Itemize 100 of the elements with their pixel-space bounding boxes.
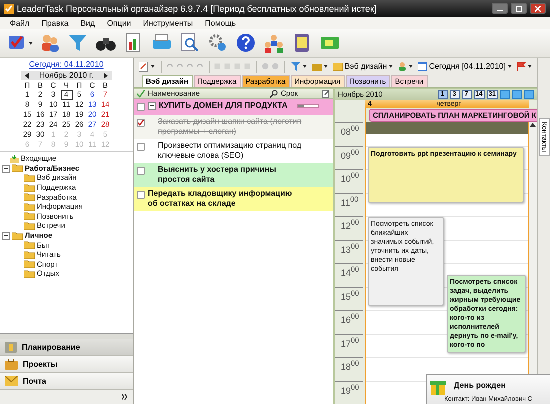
- checkbox[interactable]: [137, 119, 145, 127]
- nav-button[interactable]: Планирование: [0, 339, 133, 356]
- new-task-button[interactable]: [138, 62, 156, 72]
- task-group-row[interactable]: КУПИТЬ ДОМЕН ДЛЯ ПРОДУКТА: [134, 99, 333, 115]
- team-button[interactable]: [263, 32, 285, 54]
- checkbox[interactable]: [137, 167, 145, 175]
- settings-button[interactable]: [207, 32, 229, 54]
- envelope-icon: [5, 376, 18, 386]
- hour-label: 09$^{00}$: [335, 146, 363, 169]
- folder-icon: [332, 62, 343, 70]
- caret-icon: [29, 42, 33, 44]
- hour-label: 18$^{00}$: [335, 357, 363, 380]
- caret-icon: [528, 65, 532, 68]
- filter-icon: [67, 32, 89, 54]
- folder-icon: [24, 270, 35, 278]
- menu-item[interactable]: Правка: [42, 18, 69, 28]
- menu-item[interactable]: Инструменты: [143, 18, 194, 28]
- folder-icon: [24, 184, 35, 192]
- task-title: Передать кладовщику информацию об остатках на складе: [148, 189, 294, 209]
- hour-label: 10$^{00}$: [335, 169, 363, 192]
- chevron-icon[interactable]: [122, 394, 127, 400]
- planner-icon: [5, 342, 17, 352]
- reminder-title: День рожден: [454, 381, 507, 390]
- preview-button[interactable]: [179, 32, 201, 54]
- folder-icon: [24, 250, 35, 259]
- nav-button[interactable]: Проекты: [0, 356, 133, 373]
- briefcase-icon: [5, 358, 18, 370]
- caret-icon: [151, 65, 155, 68]
- person-dropdown[interactable]: [397, 62, 414, 71]
- task-title: Произвести оптимизацию страниц под ключевые слова (SEO): [158, 141, 303, 161]
- date-dropdown[interactable]: Сегодня [04.11.2010]: [417, 62, 513, 71]
- hour-label: 14$^{00}$: [335, 263, 363, 286]
- minimize-button[interactable]: [492, 3, 508, 14]
- contacts-button[interactable]: [39, 32, 61, 54]
- month-label: Ноябрь 2010 г.: [39, 71, 94, 80]
- menu-item[interactable]: Файл: [10, 18, 30, 28]
- menu-item[interactable]: Помощь: [205, 18, 236, 28]
- hour-label: 08$^{00}$: [335, 122, 363, 146]
- checkbox[interactable]: [137, 103, 145, 111]
- maximize-icon: [516, 6, 522, 12]
- task-title: КУПИТЬ ДОМЕН ДЛЯ ПРОДУКТА: [159, 101, 288, 111]
- app-logo-icon: [4, 4, 14, 14]
- folder-icon: [24, 260, 35, 268]
- briefcase-icon: [312, 62, 322, 70]
- hour-label: 17$^{00}$: [335, 334, 363, 357]
- folder-icon: [12, 164, 23, 172]
- folder-icon: [24, 202, 35, 211]
- check-icon: [137, 90, 145, 98]
- next-month-button[interactable]: [104, 72, 108, 78]
- note-icon: [139, 62, 149, 72]
- group-icon: [263, 32, 285, 54]
- menu-item[interactable]: Опции: [107, 18, 132, 28]
- caret-icon: [508, 65, 512, 68]
- collapse-icon[interactable]: [2, 232, 10, 240]
- project-dropdown[interactable]: [310, 62, 329, 70]
- checkbox[interactable]: [137, 143, 145, 151]
- menu-item[interactable]: Вид: [80, 18, 96, 28]
- nav-button[interactable]: Почта: [0, 373, 133, 390]
- flag-icon: [516, 62, 526, 71]
- edit-icon[interactable]: [322, 90, 330, 98]
- hour-label: 19$^{00}$: [335, 380, 363, 404]
- caret-icon: [302, 65, 307, 68]
- settings-icon: [207, 32, 229, 54]
- folder-icon: [24, 174, 35, 182]
- category-dropdown[interactable]: Вэб дизайн: [332, 62, 394, 71]
- checkbox[interactable]: [137, 191, 145, 199]
- hour-label: 13$^{00}$: [335, 240, 363, 263]
- inbox-icon: [10, 154, 19, 163]
- folder-icon: [24, 241, 35, 250]
- caret-icon: [324, 65, 328, 68]
- hour-label: 12$^{00}$: [335, 216, 363, 240]
- maximize-button[interactable]: [511, 3, 527, 14]
- previous-month-button[interactable]: [25, 72, 30, 78]
- close-button[interactable]: [530, 3, 546, 14]
- collapse-icon[interactable]: [2, 164, 10, 173]
- filter-icon: [290, 62, 301, 71]
- folder-icon: [12, 232, 23, 240]
- filter-dropdown[interactable]: [290, 62, 308, 71]
- help-icon: [235, 32, 257, 54]
- flag-dropdown[interactable]: [516, 62, 533, 71]
- caret-icon: [409, 65, 414, 68]
- task-title: Выяснить у хостера причины простоя сайта: [158, 165, 278, 185]
- close-icon: [535, 6, 541, 12]
- collapse-icon[interactable]: [148, 102, 156, 110]
- task-row[interactable]: Выяснить у хостера причины простоя сайта: [134, 163, 333, 187]
- task-row[interactable]: Передать кладовщику информацию об остатках на складе: [134, 187, 333, 211]
- magnifier-page-icon: [179, 32, 201, 54]
- hour-label: 16$^{00}$: [335, 310, 363, 334]
- caret-icon: [389, 65, 394, 68]
- folder-icon: [24, 212, 35, 220]
- today-link[interactable]: Сегодня: 04.11.2010: [29, 60, 104, 69]
- person-icon: [398, 62, 408, 71]
- folder-icon: [24, 193, 35, 202]
- calendar-icon: [418, 62, 428, 71]
- task-title: Заказать дизайн шапки сайта (логотип программы + слоган): [158, 117, 303, 137]
- window-title: LeaderTask Персональный органайзер 6.9.7.4 [Период бесплатных обновлений истек]: [17, 4, 378, 14]
- filter-button[interactable]: [67, 32, 89, 54]
- hour-label: 15$^{00}$: [335, 286, 363, 310]
- search-icon[interactable]: [270, 90, 278, 98]
- hour-label: 11$^{00}$: [335, 192, 363, 216]
